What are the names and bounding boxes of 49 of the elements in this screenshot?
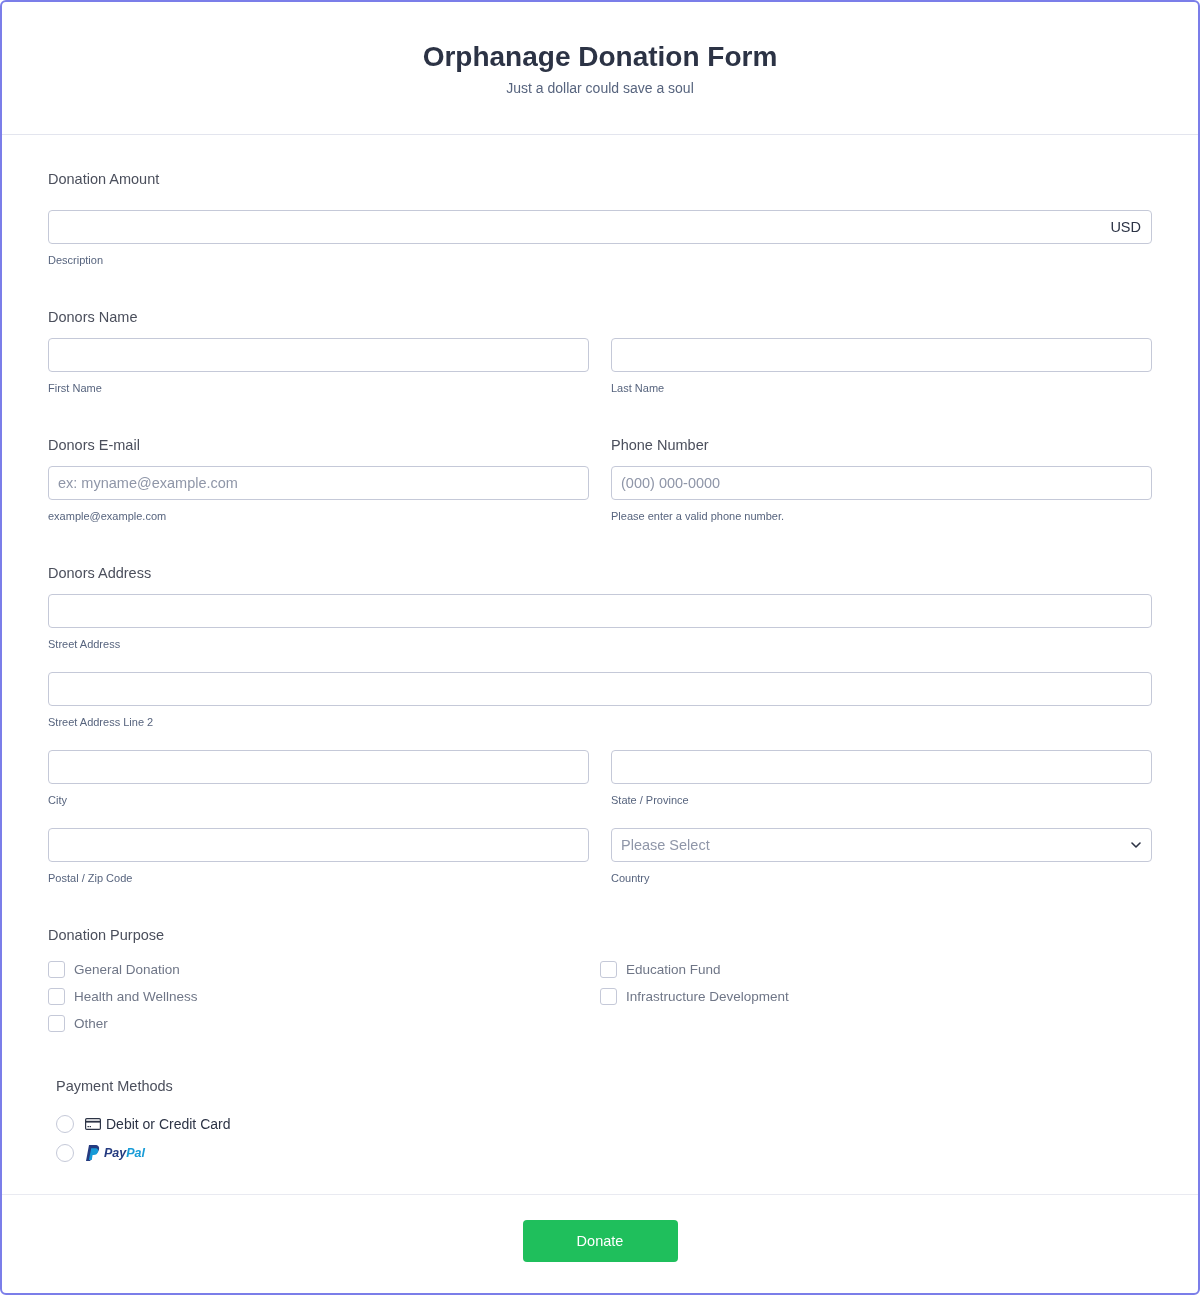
field-hint: Country bbox=[611, 871, 650, 886]
field-hint: Last Name bbox=[611, 381, 665, 396]
field-hint: Postal / Zip Code bbox=[48, 871, 133, 886]
field-hint: Please enter a valid phone number. bbox=[611, 509, 785, 524]
text-input[interactable] bbox=[48, 338, 589, 372]
checkbox[interactable] bbox=[600, 988, 617, 1005]
credit-card-icon bbox=[85, 1117, 101, 1130]
form-subtitle: Just a dollar could save a soul bbox=[506, 79, 694, 98]
field-label: Donors Name bbox=[48, 308, 138, 327]
field-hint: Street Address Line 2 bbox=[48, 715, 154, 730]
field-hint: Street Address bbox=[48, 637, 121, 652]
radio-button[interactable] bbox=[56, 1114, 74, 1133]
payment-option-label: Debit or Credit Card bbox=[106, 1114, 231, 1133]
field-hint: City bbox=[48, 793, 67, 808]
text-input[interactable]: (000) 000-0000 bbox=[611, 466, 1152, 500]
field-label: Donors Address bbox=[48, 564, 152, 583]
form-title: Orphanage Donation Form bbox=[422, 40, 778, 74]
field-hint: First Name bbox=[48, 381, 102, 396]
field-label: Donors E-mail bbox=[48, 436, 140, 455]
checkbox-label: Education Fund bbox=[626, 960, 721, 979]
field-hint: State / Province bbox=[611, 793, 689, 808]
checkbox-label: General Donation bbox=[74, 960, 180, 979]
field-label: Phone Number bbox=[611, 436, 709, 455]
text-input[interactable] bbox=[48, 750, 589, 784]
checkbox-label: Infrastructure Development bbox=[626, 987, 789, 1006]
paypal-wordmark: PayPal bbox=[104, 1144, 146, 1161]
text-input[interactable] bbox=[611, 750, 1152, 784]
radio-button[interactable] bbox=[56, 1143, 74, 1162]
field-label: Donation Purpose bbox=[48, 926, 165, 945]
field-hint: example@example.com bbox=[48, 509, 167, 524]
text-input[interactable]: ex: myname@example.com bbox=[48, 466, 589, 500]
text-input[interactable] bbox=[48, 594, 1152, 628]
p-monogram-icon bbox=[86, 1144, 100, 1161]
checkbox[interactable] bbox=[600, 961, 617, 978]
checkbox-label: Health and Wellness bbox=[74, 987, 198, 1006]
country-select[interactable]: Please Select bbox=[611, 828, 1152, 862]
donate-button[interactable]: Donate bbox=[522, 1220, 678, 1262]
text-input[interactable] bbox=[48, 672, 1152, 706]
field-label: Donation Amount bbox=[48, 170, 160, 189]
amount-input[interactable]: USD bbox=[48, 210, 1152, 244]
checkbox-label: Other bbox=[74, 1014, 108, 1033]
checkbox[interactable] bbox=[48, 961, 65, 978]
field-hint: Description bbox=[48, 253, 104, 268]
text-input[interactable] bbox=[611, 338, 1152, 372]
checkbox[interactable] bbox=[48, 988, 65, 1005]
text-input[interactable] bbox=[48, 828, 589, 862]
chevron-down-icon bbox=[1131, 842, 1141, 848]
field-label: Payment Methods bbox=[56, 1077, 173, 1096]
checkbox[interactable] bbox=[48, 1015, 65, 1032]
